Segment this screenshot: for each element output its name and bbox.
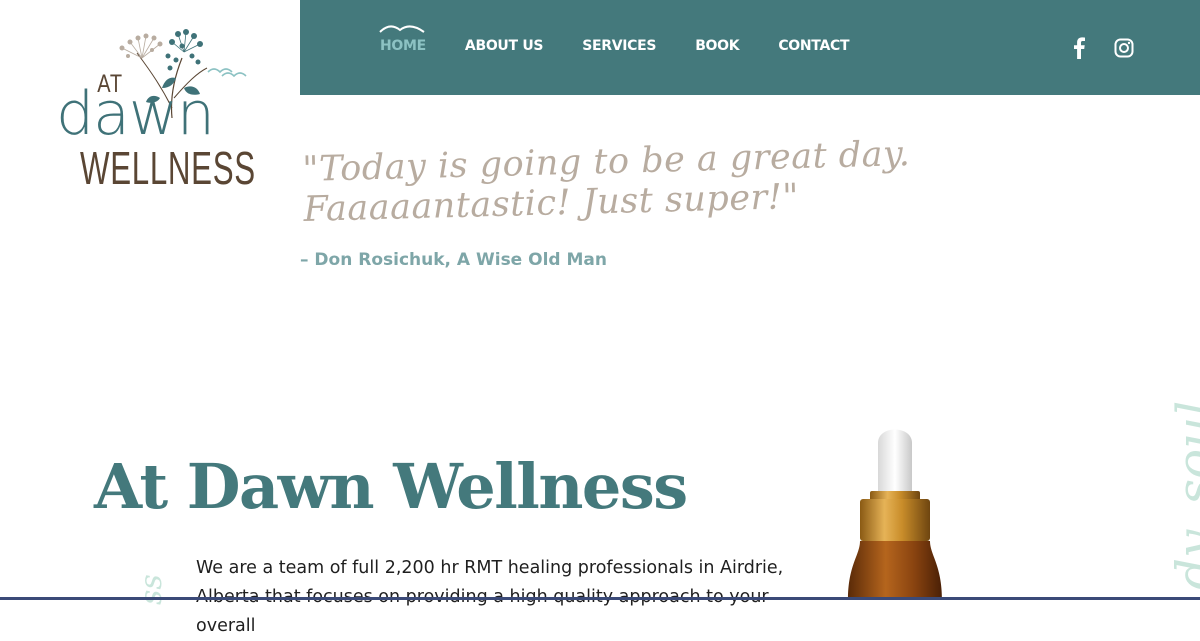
decorative-script-left-text: ss xyxy=(134,574,169,605)
hero-quote: "Today is going to be a great day. Faaaa… xyxy=(302,134,912,230)
facebook-icon[interactable] xyxy=(1072,37,1086,59)
decorative-script-left: ss xyxy=(130,555,170,615)
header-nav-bar: HOME ABOUT US SERVICES BOOK CONTACT xyxy=(300,0,1200,95)
nav-contact[interactable]: CONTACT xyxy=(778,38,849,54)
quote-author: – Don Rosichuk, A Wise Old Man xyxy=(300,250,607,270)
main-navigation: HOME ABOUT US SERVICES BOOK CONTACT xyxy=(380,38,888,54)
instagram-icon[interactable] xyxy=(1114,38,1134,58)
logo-text-dawn: dawn xyxy=(56,79,215,149)
page-title: At Dawn Wellness xyxy=(94,450,688,523)
logo-text-wellness: WELLNESS xyxy=(80,142,256,194)
decorative-script-right-text: dy. soul. xyxy=(1166,384,1200,590)
nav-book[interactable]: BOOK xyxy=(695,38,739,54)
bird-icon xyxy=(379,25,425,33)
decorative-script-right: dy. soul. xyxy=(1126,385,1200,610)
essential-oil-bottle-image xyxy=(848,429,942,600)
nav-home[interactable]: HOME xyxy=(380,38,426,54)
nav-services[interactable]: SERVICES xyxy=(582,38,656,54)
nav-about-us[interactable]: ABOUT US xyxy=(465,38,544,54)
site-logo[interactable]: AT dawn WELLNESS xyxy=(52,28,255,198)
